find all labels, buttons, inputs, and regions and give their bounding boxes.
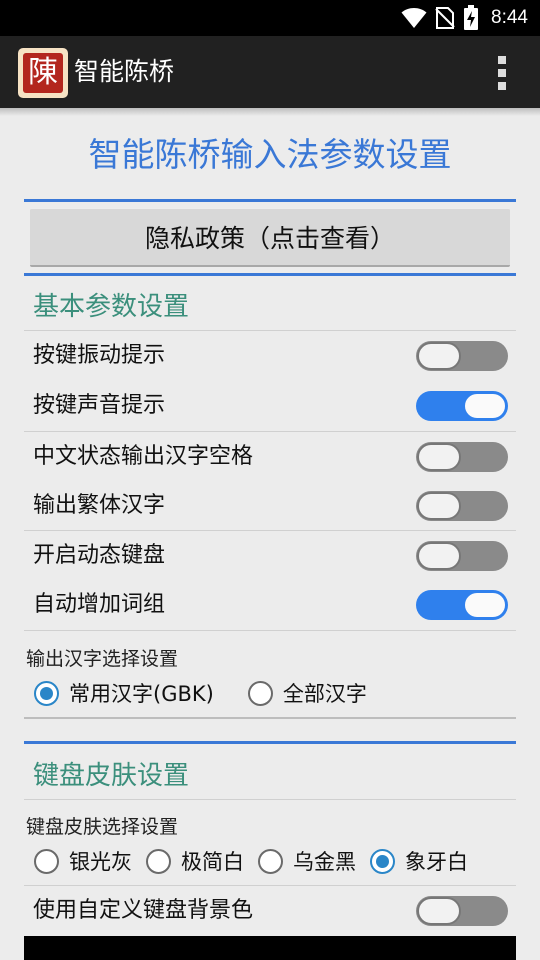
radio-label: 常用汉字(GBK) — [69, 682, 214, 706]
skin-radio-group: 银光灰 极简白 乌金黑 象牙白 — [24, 839, 516, 883]
setting-row-key-sound[interactable]: 按键声音提示 — [24, 381, 516, 431]
radio-option-minimal-white[interactable]: 极简白 — [146, 846, 244, 876]
custom-bg-switch[interactable] — [416, 896, 508, 926]
setting-label: 输出繁体汉字 — [33, 493, 166, 518]
app-title: 智能陈桥 — [74, 57, 175, 86]
radio-button[interactable] — [146, 848, 171, 874]
radio-button[interactable] — [370, 848, 395, 874]
switch-thumb — [417, 542, 461, 570]
status-time: 8:44 — [491, 7, 528, 28]
page-title: 智能陈桥输入法参数设置 — [88, 135, 452, 174]
setting-label: 中文状态输出汉字空格 — [33, 444, 254, 469]
key-sound-switch[interactable] — [416, 391, 508, 421]
switch-thumb — [463, 591, 507, 619]
setting-label: 按键声音提示 — [33, 393, 166, 418]
auto-phrase-switch[interactable] — [416, 590, 508, 620]
traditional-switch[interactable] — [416, 491, 508, 521]
radio-button[interactable] — [34, 680, 59, 706]
charset-group-label: 输出汉字选择设置 — [26, 648, 179, 670]
setting-row-chinese-space[interactable]: 中文状态输出汉字空格 — [24, 432, 516, 482]
setting-row-dynamic-keyboard[interactable]: 开启动态键盘 — [24, 531, 516, 581]
radio-button[interactable] — [247, 680, 273, 706]
switch-thumb — [417, 492, 461, 520]
radio-option-gbk[interactable]: 常用汉字(GBK) — [34, 678, 214, 708]
wifi-icon — [401, 8, 427, 28]
radio-option-silver[interactable]: 银光灰 — [34, 846, 132, 876]
chinese-space-switch[interactable] — [416, 442, 508, 472]
skin-section-rule — [24, 741, 516, 744]
divider — [24, 717, 516, 719]
radio-option-black[interactable]: 乌金黑 — [258, 846, 356, 876]
no-sim-icon — [435, 7, 455, 29]
basic-section-title: 基本参数设置 — [33, 292, 190, 322]
app-logo: 陳 — [18, 48, 68, 98]
setting-row-custom-bg[interactable]: 使用自定义键盘背景色 — [24, 886, 516, 936]
skin-group-label: 键盘皮肤选择设置 — [26, 816, 179, 838]
skin-section-title: 键盘皮肤设置 — [33, 761, 190, 791]
setting-row-traditional[interactable]: 输出繁体汉字 — [24, 481, 516, 531]
title-rule — [24, 199, 516, 202]
radio-label: 银光灰 — [69, 850, 132, 874]
status-bar: 8:44 — [0, 0, 540, 36]
dynamic-keyboard-switch[interactable] — [416, 541, 508, 571]
radio-label: 象牙白 — [405, 850, 468, 874]
radio-button[interactable] — [258, 848, 283, 874]
switch-thumb — [463, 392, 507, 420]
setting-row-auto-phrase[interactable]: 自动增加词组 — [24, 580, 516, 630]
radio-option-ivory[interactable]: 象牙白 — [370, 846, 468, 876]
privacy-rule — [24, 273, 516, 276]
key-vibration-switch[interactable] — [416, 341, 508, 371]
setting-label: 开启动态键盘 — [33, 543, 166, 568]
switch-thumb — [417, 443, 461, 471]
app-bar: 陳 智能陈桥 — [0, 36, 540, 108]
overflow-menu-icon[interactable] — [496, 56, 508, 90]
radio-label: 极简白 — [181, 850, 244, 874]
setting-label: 自动增加词组 — [33, 592, 166, 617]
radio-label: 乌金黑 — [293, 850, 356, 874]
setting-label: 使用自定义键盘背景色 — [33, 898, 254, 923]
radio-option-all[interactable]: 全部汉字 — [247, 678, 367, 708]
divider — [24, 630, 516, 631]
charset-radio-group: 常用汉字(GBK) 全部汉字 — [24, 671, 516, 715]
switch-thumb — [417, 897, 461, 925]
radio-button[interactable] — [34, 848, 59, 874]
privacy-policy-button[interactable]: 隐私政策（点击查看） — [30, 208, 510, 267]
switch-thumb — [417, 342, 461, 370]
radio-label: 全部汉字 — [282, 682, 367, 706]
divider — [24, 799, 516, 800]
battery-charging-icon — [464, 5, 479, 30]
app-logo-seal: 陳 — [23, 53, 63, 93]
app-bar-shadow — [0, 108, 540, 116]
keyboard-preview-strip — [24, 936, 516, 960]
setting-row-key-vibration[interactable]: 按键振动提示 — [24, 331, 516, 381]
setting-label: 按键振动提示 — [33, 343, 166, 368]
